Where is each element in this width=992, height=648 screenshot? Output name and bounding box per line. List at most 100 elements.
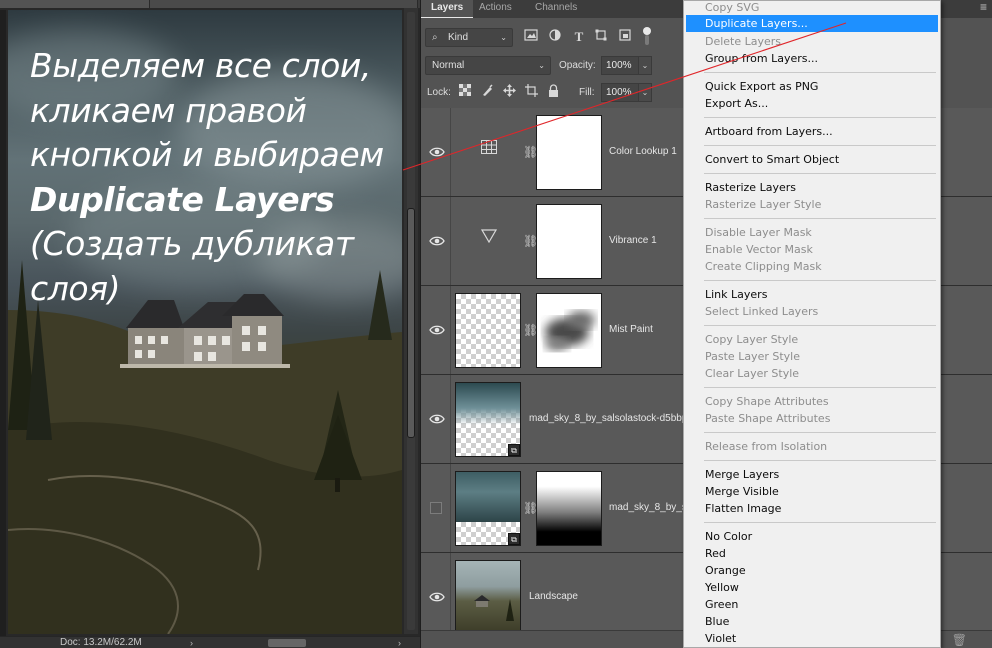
menu-item-label: Copy SVG bbox=[705, 1, 760, 14]
menu-item-copy-shape-attributes[interactable]: Copy Shape Attributes bbox=[686, 393, 938, 410]
link-chain-icon[interactable]: ⛓ bbox=[523, 322, 538, 338]
menu-item-green[interactable]: Green bbox=[686, 596, 938, 613]
sky-preview bbox=[456, 472, 520, 522]
status-chevron-icon[interactable]: › bbox=[190, 637, 193, 648]
menu-item-orange[interactable]: Orange bbox=[686, 562, 938, 579]
lock-all-icon[interactable] bbox=[545, 84, 561, 100]
document-tab-inactive[interactable] bbox=[150, 0, 418, 8]
menu-item-rasterize-layers[interactable]: Rasterize Layers bbox=[686, 179, 938, 196]
menu-item-delete-layers[interactable]: Delete Layers bbox=[686, 33, 938, 50]
layer-name[interactable]: Landscape bbox=[529, 591, 578, 603]
fill-input[interactable]: 100% bbox=[601, 83, 639, 102]
trash-icon[interactable]: 🗑 bbox=[952, 633, 967, 647]
tab-channels[interactable]: Channels bbox=[525, 0, 587, 18]
layer-name[interactable]: Color Lookup 1 bbox=[609, 146, 677, 158]
tab-actions[interactable]: Actions bbox=[469, 0, 522, 18]
menu-item-group-from-layers[interactable]: Group from Layers... bbox=[686, 50, 938, 67]
visibility-cell[interactable] bbox=[421, 286, 451, 374]
scroll-thumb[interactable] bbox=[407, 208, 415, 438]
blend-mode-select[interactable]: Normal ⌄ bbox=[425, 56, 551, 75]
visibility-cell[interactable] bbox=[421, 108, 451, 196]
panel-menu-icon[interactable]: ≡ bbox=[980, 0, 987, 14]
eye-icon[interactable] bbox=[429, 413, 445, 425]
eye-icon[interactable] bbox=[429, 235, 445, 247]
menu-item-label: Group from Layers... bbox=[705, 52, 818, 65]
tab-layers[interactable]: Layers bbox=[421, 0, 474, 18]
canvas-vertical-scrollbar[interactable] bbox=[404, 8, 418, 634]
menu-item-artboard-from-layers[interactable]: Artboard from Layers... bbox=[686, 123, 938, 140]
eye-icon[interactable] bbox=[429, 591, 445, 603]
link-chain-icon[interactable]: ⛓ bbox=[523, 144, 538, 160]
horizontal-scroll-thumb[interactable] bbox=[268, 639, 306, 647]
shape-filter-icon[interactable] bbox=[593, 29, 609, 45]
menu-separator bbox=[704, 432, 936, 433]
link-chain-icon[interactable]: ⛓ bbox=[523, 233, 538, 249]
menu-item-label: Delete Layers bbox=[705, 35, 782, 48]
lock-image-pixels-icon[interactable] bbox=[479, 84, 495, 100]
visibility-cell[interactable] bbox=[421, 375, 451, 463]
menu-item-disable-layer-mask[interactable]: Disable Layer Mask bbox=[686, 224, 938, 241]
menu-item-no-color[interactable]: No Color bbox=[686, 528, 938, 545]
image-filter-icon[interactable] bbox=[523, 29, 539, 45]
document-image[interactable]: Выделяем все слои, кликаем правой кнопко… bbox=[8, 10, 402, 634]
filter-toggle[interactable] bbox=[643, 27, 651, 47]
layer-thumbnail[interactable] bbox=[455, 560, 521, 635]
menu-item-quick-export[interactable]: Quick Export as PNG bbox=[686, 78, 938, 95]
visibility-cell[interactable] bbox=[421, 464, 451, 552]
layer-name[interactable]: mad_sky_8_by_salsolastock-d5bbp bbox=[529, 413, 687, 425]
layer-mask-thumbnail[interactable] bbox=[536, 293, 602, 368]
visibility-cell[interactable] bbox=[421, 553, 451, 641]
menu-item-merge-layers[interactable]: Merge Layers bbox=[686, 466, 938, 483]
menu-item-export-as[interactable]: Export As... bbox=[686, 95, 938, 112]
layer-name[interactable]: mad_sky_8_by_s bbox=[609, 502, 687, 514]
document-size-info[interactable]: Doc: 13.2M/62.2M bbox=[60, 637, 142, 648]
layer-name[interactable]: Mist Paint bbox=[609, 324, 653, 336]
menu-item-blue[interactable]: Blue bbox=[686, 613, 938, 630]
toggle-track bbox=[645, 35, 649, 45]
opacity-input[interactable]: 100% bbox=[601, 56, 639, 75]
menu-item-create-clipping-mask[interactable]: Create Clipping Mask bbox=[686, 258, 938, 275]
layer-mask-thumbnail[interactable] bbox=[536, 471, 602, 546]
menu-item-release-from-isolation[interactable]: Release from Isolation bbox=[686, 438, 938, 455]
menu-item-violet[interactable]: Violet bbox=[686, 630, 938, 647]
menu-item-duplicate-layers[interactable]: Duplicate Layers... bbox=[686, 15, 938, 32]
menu-item-clear-layer-style[interactable]: Clear Layer Style bbox=[686, 365, 938, 382]
layer-thumbnail[interactable]: ⧉ bbox=[455, 471, 521, 546]
layer-thumbnail[interactable]: ⧉ bbox=[455, 382, 521, 457]
menu-item-rasterize-layer-style[interactable]: Rasterize Layer Style bbox=[686, 196, 938, 213]
menu-item-flatten-image[interactable]: Flatten Image bbox=[686, 500, 938, 517]
layer-mask-thumbnail[interactable] bbox=[536, 115, 602, 190]
opacity-dropdown-icon[interactable]: ⌄ bbox=[638, 56, 652, 75]
eye-icon[interactable] bbox=[429, 324, 445, 336]
layer-name[interactable]: Vibrance 1 bbox=[609, 235, 657, 247]
kind-filter-select[interactable]: ⌕ Kind ⌄ bbox=[425, 28, 513, 47]
visibility-cell[interactable] bbox=[421, 197, 451, 285]
fill-dropdown-icon[interactable]: ⌄ bbox=[638, 83, 652, 102]
canvas-left-edge bbox=[0, 10, 6, 640]
visibility-off-box[interactable] bbox=[430, 502, 442, 514]
layer-mask-thumbnail[interactable] bbox=[536, 204, 602, 279]
menu-item-link-layers[interactable]: Link Layers bbox=[686, 286, 938, 303]
menu-item-paste-shape-attributes[interactable]: Paste Shape Attributes bbox=[686, 410, 938, 427]
adjustment-filter-icon[interactable] bbox=[547, 29, 563, 45]
lock-position-icon[interactable] bbox=[501, 84, 517, 100]
menu-item-red[interactable]: Red bbox=[686, 545, 938, 562]
eye-icon[interactable] bbox=[429, 146, 445, 158]
menu-item-copy-layer-style[interactable]: Copy Layer Style bbox=[686, 331, 938, 348]
type-filter-icon[interactable]: T bbox=[571, 29, 587, 45]
smart-object-filter-icon[interactable] bbox=[617, 29, 633, 45]
lock-artboard-icon[interactable] bbox=[523, 84, 539, 100]
lock-transparent-pixels-icon[interactable] bbox=[457, 84, 473, 100]
layer-thumbnail[interactable] bbox=[455, 293, 521, 368]
menu-item-paste-layer-style[interactable]: Paste Layer Style bbox=[686, 348, 938, 365]
menu-item-enable-vector-mask[interactable]: Enable Vector Mask bbox=[686, 241, 938, 258]
menu-item-convert-smart-object[interactable]: Convert to Smart Object bbox=[686, 151, 938, 168]
menu-item-copy-svg[interactable]: Copy SVG bbox=[686, 1, 938, 16]
menu-item-label: Paste Layer Style bbox=[705, 350, 800, 363]
link-chain-icon[interactable]: ⛓ bbox=[523, 500, 538, 516]
menu-item-merge-visible[interactable]: Merge Visible bbox=[686, 483, 938, 500]
document-tab[interactable] bbox=[0, 0, 150, 8]
scroll-right-icon[interactable]: › bbox=[398, 637, 401, 648]
menu-item-select-linked-layers[interactable]: Select Linked Layers bbox=[686, 303, 938, 320]
menu-item-yellow[interactable]: Yellow bbox=[686, 579, 938, 596]
